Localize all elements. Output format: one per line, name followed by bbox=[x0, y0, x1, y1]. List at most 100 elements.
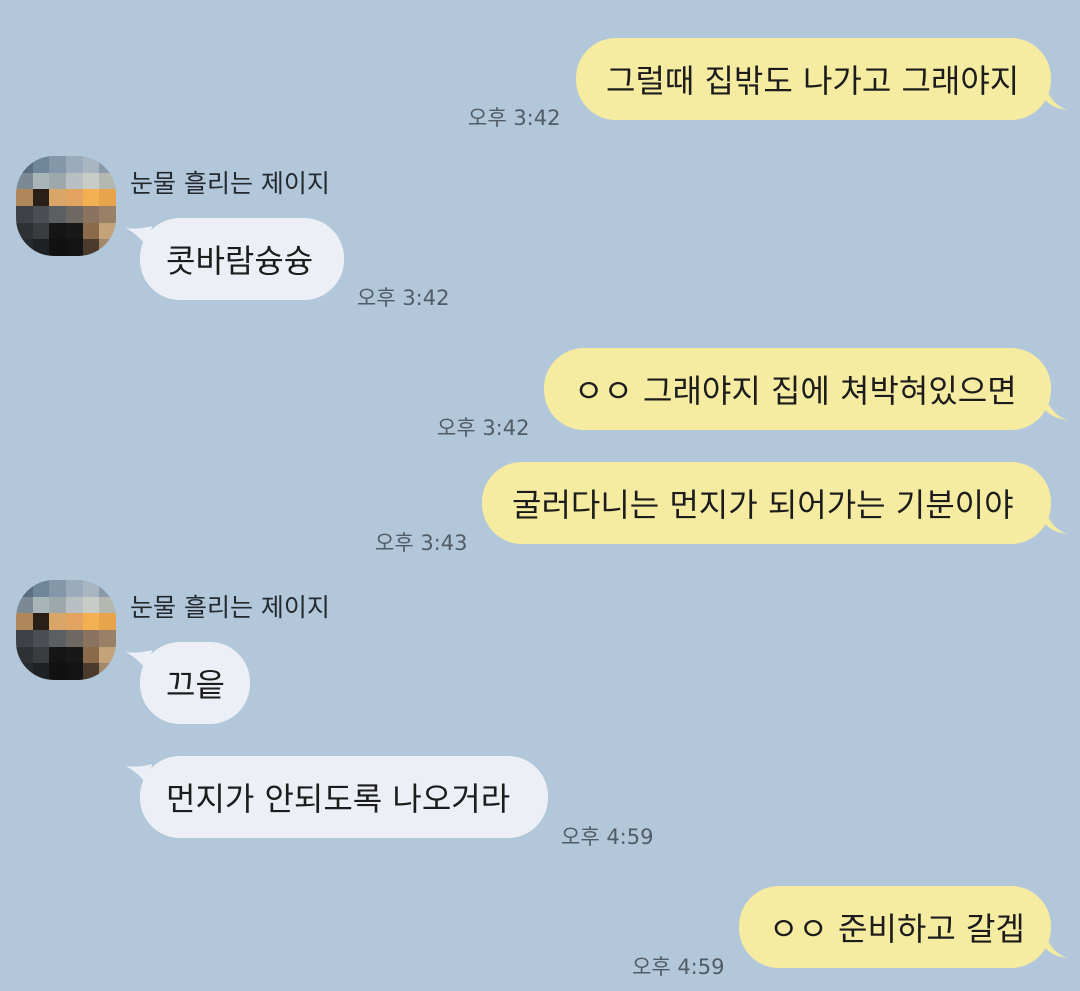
avatar-pixel bbox=[49, 580, 66, 597]
avatar-pixel bbox=[32, 646, 50, 664]
avatar-pixel bbox=[82, 580, 100, 597]
avatar-pixel bbox=[32, 663, 50, 680]
avatar-pixel bbox=[65, 663, 83, 680]
avatar-pixel bbox=[82, 629, 100, 647]
avatar-pixel bbox=[99, 222, 116, 240]
avatar-pixel bbox=[32, 156, 50, 173]
outgoing-message-bubble[interactable]: ㅇㅇ 준비하고 갈겝 bbox=[739, 886, 1051, 968]
message-timestamp: 오후 3:42 bbox=[357, 286, 450, 310]
avatar-pixel bbox=[49, 156, 66, 173]
message-text: 굴러다니는 먼지가 되어가는 기분이야 bbox=[512, 486, 1014, 524]
avatar-pixel bbox=[65, 205, 83, 223]
avatar-pixel bbox=[49, 172, 66, 190]
avatar-pixel bbox=[49, 222, 66, 240]
avatar-pixel bbox=[99, 596, 116, 614]
avatar-pixel bbox=[65, 580, 83, 597]
avatar-pixel bbox=[49, 646, 66, 664]
avatar-pixel bbox=[82, 646, 100, 664]
avatar-pixel bbox=[32, 189, 50, 206]
avatar-pixel bbox=[49, 613, 66, 630]
incoming-message-bubble[interactable]: 끄읕 bbox=[140, 642, 250, 724]
avatar-pixel bbox=[65, 222, 83, 240]
message-timestamp: 오후 3:43 bbox=[375, 531, 468, 555]
avatar-pixel bbox=[16, 629, 33, 647]
avatar-pixel bbox=[65, 239, 83, 256]
avatar-pixel bbox=[16, 663, 33, 680]
message-timestamp: 오후 4:59 bbox=[561, 825, 654, 849]
message-text: 그럴때 집밖도 나가고 그래야지 bbox=[606, 62, 1020, 100]
avatar-pixel bbox=[82, 222, 100, 240]
avatar-pixel bbox=[16, 580, 33, 597]
avatar-pixel bbox=[16, 613, 33, 630]
avatar-pixel bbox=[99, 239, 116, 256]
avatar-pixel bbox=[32, 222, 50, 240]
bubble-tail-icon bbox=[1044, 508, 1068, 534]
outgoing-message-bubble[interactable]: 굴러다니는 먼지가 되어가는 기분이야 bbox=[482, 462, 1051, 544]
avatar-pixel bbox=[99, 580, 116, 597]
outgoing-message-bubble[interactable]: ㅇㅇ 그래야지 집에 쳐박혀있으면 bbox=[544, 348, 1051, 430]
avatar-pixel bbox=[16, 222, 33, 240]
message-text: 먼지가 안되도록 나오거라 bbox=[166, 780, 511, 818]
avatar-pixel bbox=[99, 189, 116, 206]
avatar-pixel bbox=[16, 239, 33, 256]
sender-avatar[interactable] bbox=[16, 156, 116, 256]
avatar-pixel bbox=[32, 629, 50, 647]
avatar-pixel bbox=[32, 239, 50, 256]
avatar-pixel bbox=[99, 663, 116, 680]
avatar-pixel bbox=[32, 172, 50, 190]
message-text: ㅇㅇ 그래야지 집에 쳐박혀있으면 bbox=[574, 372, 1017, 410]
avatar-pixel bbox=[16, 646, 33, 664]
incoming-message-bubble[interactable]: 콧바람슝슝 bbox=[140, 218, 344, 300]
avatar-pixel bbox=[49, 663, 66, 680]
avatar-pixel bbox=[16, 596, 33, 614]
message-text: 끄읕 bbox=[166, 666, 225, 704]
outgoing-message-bubble[interactable]: 그럴때 집밖도 나가고 그래야지 bbox=[576, 38, 1051, 120]
avatar-pixel bbox=[99, 205, 116, 223]
avatar-pixel bbox=[82, 156, 100, 173]
avatar-pixel bbox=[32, 205, 50, 223]
avatar-pixel bbox=[82, 172, 100, 190]
avatar-pixel bbox=[82, 663, 100, 680]
avatar-pixel bbox=[82, 205, 100, 223]
avatar-pixel bbox=[65, 189, 83, 206]
avatar-pixel bbox=[49, 189, 66, 206]
avatar-pixel bbox=[65, 646, 83, 664]
avatar-pixel bbox=[65, 629, 83, 647]
message-text: 콧바람슝슝 bbox=[166, 242, 314, 280]
avatar-pixel bbox=[82, 239, 100, 256]
avatar-pixel bbox=[65, 156, 83, 173]
avatar-pixel bbox=[32, 596, 50, 614]
avatar-pixel bbox=[16, 205, 33, 223]
sender-avatar[interactable] bbox=[16, 580, 116, 680]
bubble-tail-icon bbox=[1044, 394, 1068, 420]
avatar-pixel bbox=[16, 189, 33, 206]
avatar-pixel bbox=[49, 205, 66, 223]
avatar-pixel bbox=[99, 646, 116, 664]
avatar-pixel bbox=[65, 613, 83, 630]
avatar-pixel bbox=[32, 613, 50, 630]
avatar-pixel bbox=[99, 613, 116, 630]
message-timestamp: 오후 3:42 bbox=[437, 416, 530, 440]
bubble-tail-icon bbox=[1044, 84, 1068, 110]
avatar-pixel bbox=[49, 596, 66, 614]
bubble-tail-icon bbox=[1044, 932, 1068, 958]
sender-name: 눈물 흘리는 제이지 bbox=[130, 593, 330, 622]
avatar-pixel bbox=[99, 156, 116, 173]
avatar-pixel bbox=[16, 172, 33, 190]
message-timestamp: 오후 3:42 bbox=[468, 106, 561, 130]
avatar-pixel bbox=[49, 239, 66, 256]
avatar-pixel bbox=[82, 596, 100, 614]
avatar-pixel bbox=[99, 629, 116, 647]
avatar-pixel bbox=[32, 580, 50, 597]
avatar-pixel bbox=[82, 189, 100, 206]
incoming-message-bubble[interactable]: 먼지가 안되도록 나오거라 bbox=[140, 756, 548, 838]
message-timestamp: 오후 4:59 bbox=[632, 955, 725, 979]
avatar-pixel bbox=[65, 596, 83, 614]
avatar-pixel bbox=[16, 156, 33, 173]
avatar-pixel bbox=[99, 172, 116, 190]
sender-name: 눈물 흘리는 제이지 bbox=[130, 169, 330, 198]
avatar-pixel bbox=[82, 613, 100, 630]
avatar-pixel bbox=[65, 172, 83, 190]
message-text: ㅇㅇ 준비하고 갈겝 bbox=[769, 910, 1025, 948]
avatar-pixel bbox=[49, 629, 66, 647]
